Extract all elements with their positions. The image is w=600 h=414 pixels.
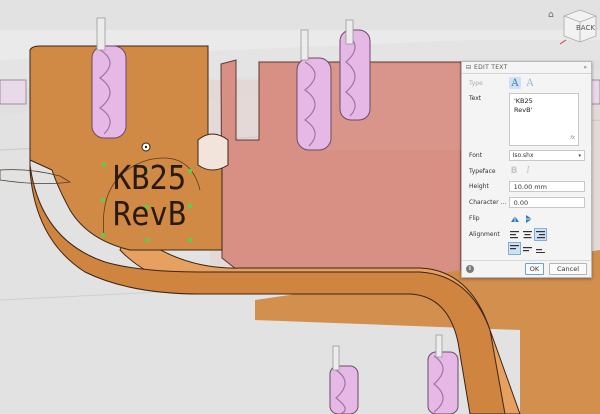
character-spacing-row: Character ... 0.00: [469, 197, 585, 208]
align-top-icon[interactable]: [508, 242, 521, 255]
character-spacing-label: Character ...: [469, 199, 507, 206]
type-row: Type A A: [469, 77, 585, 89]
collapse-icon[interactable]: ⊟: [466, 64, 474, 72]
font-label: Font: [469, 152, 483, 159]
align-middle-icon[interactable]: [522, 243, 533, 254]
character-spacing-value: 0.00: [513, 198, 529, 207]
text-value-field[interactable]: 'KB25 RevB' fx: [509, 93, 579, 146]
typeface-label: Typeface: [469, 167, 496, 175]
text-value-line2: RevB': [514, 106, 533, 114]
flip-label: Flip: [469, 215, 480, 222]
character-spacing-input[interactable]: 0.00: [508, 197, 585, 208]
align-bottom-icon[interactable]: [535, 243, 546, 254]
engraved-text-line2: RevB: [113, 194, 187, 233]
bold-icon[interactable]: B: [509, 166, 519, 176]
dialog-title: EDIT TEXT: [474, 64, 508, 71]
font-row: Font Iso.shx ▾: [469, 150, 585, 161]
engraved-text[interactable]: KB25 RevB: [113, 160, 203, 240]
alignment-row: Alignment: [469, 228, 585, 241]
flip-row: Flip: [469, 213, 585, 224]
height-label: Height: [469, 183, 489, 190]
cancel-button[interactable]: Cancel: [549, 263, 587, 275]
height-row: Height 10.00 mm: [469, 181, 585, 192]
text-label: Text: [469, 95, 482, 102]
flip-horizontal-icon[interactable]: [509, 213, 520, 224]
type-label: Type: [469, 79, 483, 87]
engraved-text-line1: KB25: [113, 158, 187, 197]
font-value: Iso.shx: [512, 152, 534, 159]
chevron-down-icon: ▾: [578, 152, 581, 159]
text-type-button[interactable]: A: [509, 77, 521, 89]
align-left-icon[interactable]: [509, 229, 520, 240]
align-center-icon[interactable]: [522, 229, 533, 240]
align-right-icon[interactable]: [534, 228, 547, 241]
font-select[interactable]: Iso.shx ▾: [508, 150, 585, 161]
ok-button[interactable]: OK: [525, 263, 544, 275]
info-icon[interactable]: i: [466, 265, 474, 273]
vertical-alignment-row: [469, 242, 585, 255]
dialog-header[interactable]: ⊟ EDIT TEXT »: [462, 62, 591, 74]
viewcube-back-label: BACK: [576, 24, 595, 32]
alignment-label: Alignment: [469, 231, 500, 238]
height-value: 10.00 mm: [513, 182, 547, 191]
viewcube[interactable]: BACK: [556, 4, 600, 48]
text-value-line1: 'KB25: [514, 97, 533, 105]
typeface-row: Typeface B I: [469, 166, 585, 176]
edit-text-dialog: ⊟ EDIT TEXT » Type A A Text 'KB25 RevB' …: [461, 61, 592, 278]
text-on-path-type-button[interactable]: A: [524, 77, 536, 89]
dialog-footer: i OK Cancel: [462, 260, 591, 277]
flip-vertical-icon[interactable]: [523, 213, 534, 224]
expand-icon[interactable]: »: [579, 64, 587, 71]
height-input[interactable]: 10.00 mm: [508, 181, 585, 192]
italic-icon[interactable]: I: [523, 166, 533, 176]
fx-button[interactable]: fx: [570, 134, 575, 143]
